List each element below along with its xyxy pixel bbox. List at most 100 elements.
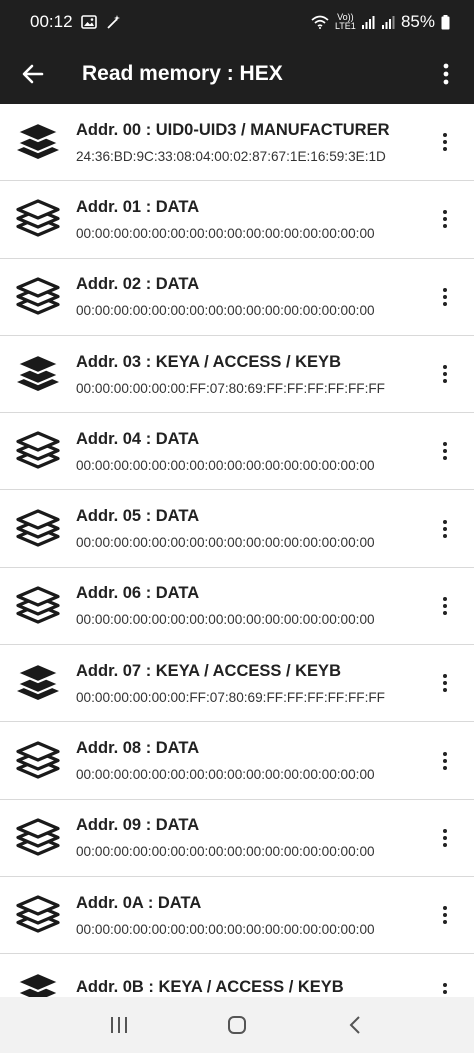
layers-outline-icon [0,506,76,552]
status-left: 00:12 [30,12,121,32]
row-overflow-button[interactable] [416,954,474,997]
magic-wand-notification-icon [105,14,121,30]
block-address-title: Addr. 08 : DATA [76,739,200,758]
block-hex-value: 00:00:00:00:00:00:00:00:00:00:00:00:00:0… [76,767,375,783]
row-overflow-button[interactable] [416,413,474,489]
row-text: Addr. 03 : KEYA / ACCESS / KEYB 00:00:00:… [76,353,416,396]
block-hex-value: 00:00:00:00:00:00:FF:07:80:69:FF:FF:FF:F… [76,380,385,396]
more-vert-icon [443,519,447,538]
status-time: 00:12 [30,12,73,31]
block-address-title: Addr. 05 : DATA [76,507,200,526]
block-hex-value: 00:00:00:00:00:00:00:00:00:00:00:00:00:0… [76,225,375,241]
row-text: Addr. 0B : KEYA / ACCESS / KEYB [76,978,416,997]
back-button[interactable] [0,44,66,104]
block-address-title: Addr. 02 : DATA [76,275,200,294]
row-overflow-button[interactable] [416,104,474,180]
layers-outline-icon [0,738,76,784]
more-vert-icon [443,287,447,306]
block-address-title: Addr. 09 : DATA [76,816,200,835]
block-hex-value: 00:00:00:00:00:00:00:00:00:00:00:00:00:0… [76,921,375,937]
arrow-back-icon [22,64,44,84]
row-overflow-button[interactable] [416,259,474,335]
battery-percent: 85% [400,12,435,31]
memory-block-row[interactable]: Addr. 0A : DATA 00:00:00:00:00:00:00:00:0… [0,876,474,955]
block-hex-value: 00:00:00:00:00:00:00:00:00:00:00:00:00:0… [76,535,375,551]
system-nav-bar [0,997,474,1053]
row-overflow-button[interactable] [416,490,474,566]
layers-outline-icon [0,274,76,320]
layers-outline-icon [0,892,76,938]
block-address-title: Addr. 0B : KEYA / ACCESS / KEYB [76,978,344,997]
row-text: Addr. 02 : DATA 00:00:00:00:00:00:00:00:0… [76,275,416,318]
back-nav-button[interactable] [325,997,385,1053]
memory-block-row[interactable]: Addr. 07 : KEYA / ACCESS / KEYB 00:00:00:… [0,645,474,723]
block-hex-value: 00:00:00:00:00:00:00:00:00:00:00:00:00:0… [76,457,375,473]
chevron-left-icon [349,1016,360,1034]
more-vert-icon [443,596,447,615]
layers-outline-icon [0,196,76,242]
recent-apps-button[interactable] [89,997,149,1053]
overflow-menu-button[interactable] [418,44,474,104]
block-address-title: Addr. 04 : DATA [76,429,200,448]
row-text: Addr. 07 : KEYA / ACCESS / KEYB 00:00:00:… [76,662,416,705]
row-text: Addr. 0A : DATA 00:00:00:00:00:00:00:00:0… [76,894,416,937]
memory-block-row[interactable]: Addr. 0B : KEYA / ACCESS / KEYB [0,954,474,997]
row-text: Addr. 06 : DATA 00:00:00:00:00:00:00:00:0… [76,584,416,627]
block-hex-value: 24:36:BD:9C:33:08:04:00:02:87:67:1E:16:5… [76,148,386,164]
layers-filled-icon [0,969,76,997]
block-address-title: Addr. 06 : DATA [76,584,200,603]
memory-block-list[interactable]: Addr. 00 : UID0-UID3 / MANUFACTURER 24:36… [0,104,474,997]
memory-block-row[interactable]: Addr. 04 : DATA 00:00:00:00:00:00:00:00:0… [0,413,474,491]
block-address-title: Addr. 03 : KEYA / ACCESS / KEYB [76,352,341,371]
layers-filled-icon [0,660,76,706]
app-bar: Read memory : HEX [0,44,474,104]
memory-block-row[interactable]: Addr. 01 : DATA 00:00:00:00:00:00:00:00:0… [0,181,474,259]
row-text: Addr. 00 : UID0-UID3 / MANUFACTURER 24:36… [76,121,416,164]
more-vert-icon [443,133,447,152]
row-overflow-button[interactable] [416,800,474,876]
home-icon [228,1016,246,1034]
more-vert-icon [443,674,447,693]
memory-block-row[interactable]: Addr. 00 : UID0-UID3 / MANUFACTURER 24:36… [0,104,474,182]
layers-outline-icon [0,815,76,861]
status-bar: 00:12 Vo)) LTE1 85% [0,0,474,44]
block-address-title: Addr. 01 : DATA [76,197,200,216]
layers-outline-icon [0,428,76,474]
wifi-icon [311,15,329,29]
block-address-title: Addr. 0A : DATA [76,893,202,912]
more-vert-icon [443,828,447,847]
row-text: Addr. 04 : DATA 00:00:00:00:00:00:00:00:0… [76,430,416,473]
row-text: Addr. 08 : DATA 00:00:00:00:00:00:00:00:0… [76,739,416,782]
block-hex-value: 00:00:00:00:00:00:00:00:00:00:00:00:00:0… [76,303,375,319]
more-vert-icon [443,983,447,997]
memory-block-row[interactable]: Addr. 03 : KEYA / ACCESS / KEYB 00:00:00:… [0,335,474,414]
memory-block-row[interactable]: Addr. 02 : DATA 00:00:00:00:00:00:00:00:0… [0,258,474,336]
more-vert-icon [443,906,447,925]
row-overflow-button[interactable] [416,722,474,798]
row-overflow-button[interactable] [416,568,474,644]
signal-icon-sim1 [361,15,375,29]
more-vert-icon [443,751,447,770]
memory-block-row[interactable]: Addr. 09 : DATA 00:00:00:00:00:00:00:00:0… [0,799,474,877]
recents-icon [111,1017,127,1033]
more-vert-icon [443,442,447,461]
row-text: Addr. 05 : DATA 00:00:00:00:00:00:00:00:0… [76,507,416,550]
layers-outline-icon [0,583,76,629]
row-overflow-button[interactable] [416,181,474,257]
block-hex-value: 00:00:00:00:00:00:00:00:00:00:00:00:00:0… [76,612,375,628]
row-text: Addr. 01 : DATA 00:00:00:00:00:00:00:00:0… [76,198,416,241]
row-overflow-button[interactable] [416,336,474,412]
row-overflow-button[interactable] [416,645,474,721]
battery-icon [441,14,450,30]
memory-block-row[interactable]: Addr. 06 : DATA 00:00:00:00:00:00:00:00:0… [0,567,474,646]
row-overflow-button[interactable] [416,877,474,953]
page-title: Read memory : HEX [82,62,283,85]
memory-block-row[interactable]: Addr. 08 : DATA 00:00:00:00:00:00:00:00:0… [0,722,474,800]
home-button[interactable] [207,997,267,1053]
memory-block-row[interactable]: Addr. 05 : DATA 00:00:00:00:00:00:00:00:0… [0,490,474,568]
block-address-title: Addr. 00 : UID0-UID3 / MANUFACTURER [76,120,390,139]
more-vert-icon [443,365,447,384]
signal-icon-sim2 [381,15,395,29]
gallery-notification-icon [80,15,97,29]
more-vert-icon [443,63,449,85]
